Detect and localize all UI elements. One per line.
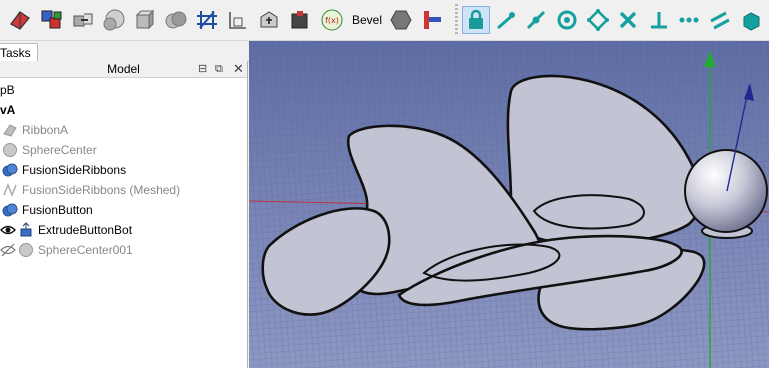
sphere-icon	[2, 142, 18, 158]
ellipsis-icon[interactable]	[675, 6, 703, 34]
parameter-icon[interactable]: f(x)	[318, 6, 346, 34]
mesh-icon	[2, 182, 18, 198]
block-icon[interactable]	[737, 6, 765, 34]
compound-icon[interactable]	[418, 6, 446, 34]
shape-icon[interactable]	[70, 6, 98, 34]
model-panel: Model ⊟ ⧉ ✕ pB vA RibbonA SphereCenter F…	[0, 61, 248, 368]
tree-item-spherecenter[interactable]: SphereCenter	[0, 140, 247, 160]
tab-tasks[interactable]: Tasks	[0, 43, 38, 62]
perpendicular-icon[interactable]	[645, 6, 673, 34]
toolbar: f(x) Bevel	[0, 0, 769, 41]
lock-icon[interactable]	[462, 6, 490, 34]
svg-text:f(x): f(x)	[325, 16, 339, 25]
fillet-icon[interactable]	[286, 6, 314, 34]
sphere	[684, 149, 768, 233]
bevel-icon[interactable]	[387, 6, 415, 34]
extrude-icon[interactable]	[255, 6, 283, 34]
feature-icon	[2, 122, 18, 138]
sketch-icon[interactable]	[193, 6, 221, 34]
scene	[249, 41, 769, 368]
tree-item-fusionsideribbons[interactable]: FusionSideRibbons	[0, 160, 247, 180]
fusion-icon	[2, 202, 18, 218]
parallel-icon[interactable]	[706, 6, 734, 34]
delete-icon[interactable]	[614, 6, 642, 34]
cube-icon[interactable]	[131, 6, 159, 34]
minimize-icon[interactable]: ⊟	[198, 61, 207, 77]
shear-icon[interactable]	[224, 6, 252, 34]
panel-title: Model	[107, 62, 140, 76]
circle-icon[interactable]	[553, 6, 581, 34]
tree-item-fusionsideribbons-meshed[interactable]: FusionSideRibbons (Meshed)	[0, 180, 247, 200]
point-icon[interactable]	[584, 6, 612, 34]
bevel-label[interactable]: Bevel	[352, 13, 382, 27]
tree-item-ribbona[interactable]: RibbonA	[0, 120, 247, 140]
sphere-icon[interactable]	[100, 6, 128, 34]
extrude-icon	[18, 222, 34, 238]
tab-bar: Tasks	[0, 41, 249, 62]
box-icon[interactable]	[6, 6, 34, 34]
close-icon[interactable]: ✕	[233, 61, 244, 77]
tree-item-fusionbutton[interactable]: FusionButton	[0, 200, 247, 220]
toolbar-grip[interactable]	[455, 4, 458, 36]
tree-item-spherecenter001[interactable]: SphereCenter001	[0, 240, 247, 260]
fusion-icon[interactable]	[162, 6, 190, 34]
tree-item-extrudebuttonbot[interactable]: ExtrudeButtonBot	[0, 220, 247, 240]
eye-hidden-icon[interactable]	[0, 243, 16, 257]
float-icon[interactable]: ⧉	[215, 61, 223, 77]
sphere-icon	[18, 242, 34, 258]
tree-item[interactable]: pB	[0, 80, 247, 100]
3d-viewport[interactable]	[249, 41, 769, 368]
panel-header: Model ⊟ ⧉ ✕	[0, 61, 247, 78]
line-segment-icon[interactable]	[522, 6, 550, 34]
line-icon[interactable]	[492, 6, 520, 34]
tree-item[interactable]: vA	[0, 100, 247, 120]
fusion-icon	[2, 162, 18, 178]
boolean-icon[interactable]	[38, 6, 66, 34]
eye-icon[interactable]	[0, 223, 16, 237]
